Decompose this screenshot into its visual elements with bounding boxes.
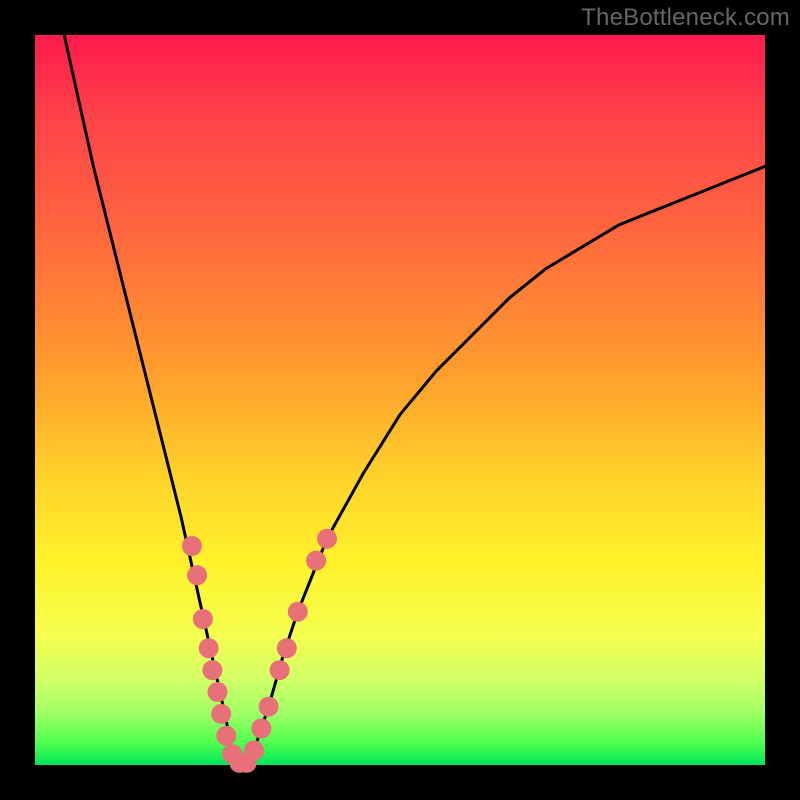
- data-marker: [216, 726, 236, 746]
- chart-svg: [35, 35, 765, 765]
- data-marker: [208, 682, 228, 702]
- data-marker: [199, 638, 219, 658]
- plot-area: [35, 35, 765, 765]
- data-marker: [259, 697, 279, 717]
- data-marker: [306, 551, 326, 571]
- data-marker: [277, 638, 297, 658]
- data-marker: [182, 536, 202, 556]
- data-marker: [202, 660, 222, 680]
- data-marker: [317, 529, 337, 549]
- data-marker: [244, 740, 264, 760]
- data-marker: [211, 704, 231, 724]
- watermark-text: TheBottleneck.com: [581, 4, 790, 32]
- data-marker: [193, 609, 213, 629]
- data-marker: [270, 660, 290, 680]
- data-marker: [288, 602, 308, 622]
- data-marker: [251, 719, 271, 739]
- marker-group: [182, 529, 337, 773]
- chart-frame: TheBottleneck.com: [0, 0, 800, 800]
- data-marker: [187, 565, 207, 585]
- bottleneck-curve: [64, 35, 765, 765]
